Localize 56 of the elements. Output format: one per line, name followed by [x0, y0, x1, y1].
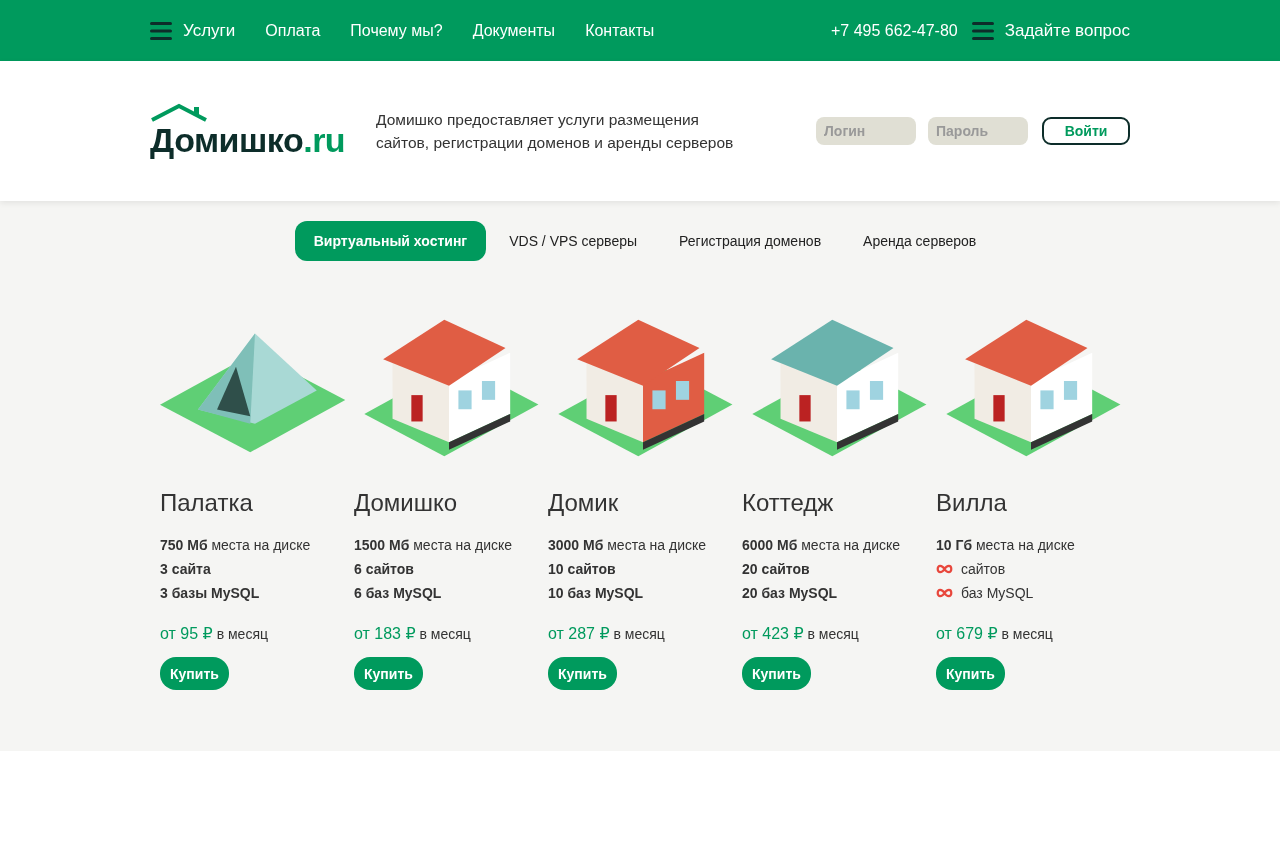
buy-button[interactable]: Купить: [742, 657, 811, 690]
price-period: в месяц: [419, 626, 471, 642]
plan-feature: 20 сайтов: [742, 561, 810, 577]
plan-feature: сайтов: [961, 561, 1006, 577]
price: от 183 ₽: [354, 625, 416, 642]
plan-feature: 6000 Мб места на диске: [742, 537, 901, 553]
tab[interactable]: VDS / VPS серверы: [490, 221, 657, 261]
plan-title: Палатка: [160, 489, 254, 517]
buy-button[interactable]: Купить: [354, 657, 423, 690]
price: от 679 ₽: [936, 625, 998, 642]
plan-feature: 750 Мб места на диске: [160, 537, 311, 553]
phone-link[interactable]: +7 495 662-47-80: [830, 21, 958, 40]
buy-button[interactable]: Купить: [160, 657, 229, 690]
tab[interactable]: Аренда серверов: [844, 221, 996, 261]
price: от 95 ₽: [160, 625, 213, 642]
plan-title: Вилла: [936, 489, 1008, 517]
price-period: в месяц: [613, 626, 665, 642]
nav-link[interactable]: Почему мы?: [350, 21, 443, 40]
plan-feature: 3 сайта: [160, 561, 211, 577]
plan-feature: 10 сайтов: [548, 561, 616, 577]
price: от 423 ₽: [742, 625, 804, 642]
tab[interactable]: Виртуальный хостинг: [294, 221, 487, 261]
plan-feature: 20 баз MySQL: [742, 585, 838, 601]
plan-feature: 3 базы MySQL: [160, 585, 260, 601]
plan-title: Домишко: [354, 489, 459, 517]
tagline: Домишко предоставляет услуги размещения сайтов, регистрации доменов и аренды серверов: [376, 110, 735, 153]
roof-icon: [150, 102, 210, 123]
plan-feature: баз MySQL: [961, 585, 1034, 601]
login-button[interactable]: Войти: [1042, 117, 1130, 145]
price-period: в месяц: [216, 626, 268, 642]
buy-button[interactable]: Купить: [548, 657, 617, 690]
password-field[interactable]: Пароль: [928, 117, 1028, 145]
plan-feature: 6 сайтов: [354, 561, 414, 577]
nav-link[interactable]: Оплата: [265, 21, 321, 40]
buy-button[interactable]: Купить: [936, 657, 1005, 690]
menu-icon: [150, 21, 172, 40]
logo[interactable]: Домишко.ru: [150, 102, 376, 160]
plan-title: Коттедж: [742, 489, 835, 517]
price-period: в месяц: [807, 626, 859, 642]
plan-feature: 3000 Мб места на диске: [548, 537, 707, 553]
menu-icon: [971, 21, 994, 40]
login-field[interactable]: Логин: [816, 117, 916, 145]
infinity-icon: [936, 588, 953, 598]
services-menu-link[interactable]: Услуги: [150, 20, 236, 41]
nav-link[interactable]: Контакты: [585, 21, 655, 40]
plan-feature: 1500 Мб места на диске: [354, 537, 513, 553]
ask-question-link[interactable]: Задайте вопрос: [971, 20, 1130, 41]
plan-feature: 10 Гб места на диске: [936, 537, 1075, 553]
price: от 287 ₽: [548, 625, 610, 642]
nav-link[interactable]: Документы: [472, 21, 556, 40]
plan-title: Домик: [548, 489, 620, 517]
tab[interactable]: Регистрация доменов: [660, 221, 841, 261]
plan-feature: 6 баз MySQL: [354, 585, 442, 601]
plan-feature: 10 баз MySQL: [548, 585, 644, 601]
price-period: в месяц: [1001, 626, 1053, 642]
infinity-icon: [936, 564, 953, 574]
